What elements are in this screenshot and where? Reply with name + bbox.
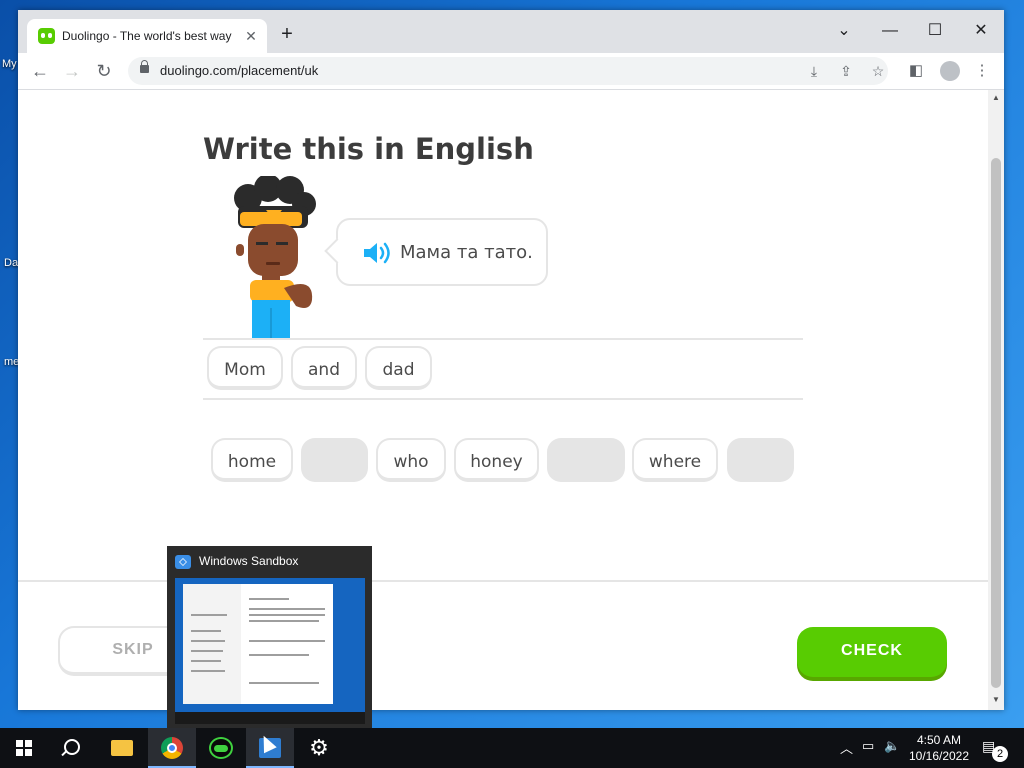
- thumbnail-line: [191, 650, 223, 652]
- cloud-app-button[interactable]: [197, 728, 245, 768]
- thumbnail-line: [249, 654, 309, 656]
- word-bank-empty-slot: [727, 438, 794, 482]
- scroll-up-icon[interactable]: ▲: [992, 94, 1000, 102]
- install-app-icon[interactable]: ⤓: [804, 61, 824, 81]
- lock-icon: [140, 60, 149, 73]
- scroll-thumb[interactable]: [991, 158, 1001, 688]
- answer-word-chip[interactable]: dad: [365, 346, 432, 390]
- network-icon[interactable]: ▭: [862, 738, 874, 754]
- chrome-taskbar-button[interactable]: [148, 728, 196, 768]
- url-text: duolingo.com/placement/uk: [160, 63, 319, 78]
- character-illustration: [234, 176, 316, 338]
- word-bank-chip[interactable]: who: [376, 438, 446, 482]
- word-bank-empty-slot: [301, 438, 368, 482]
- browser-toolbar: ← → ↻ duolingo.com/placement/uk ⤓ ⇪ ☆ ◧ …: [18, 53, 1004, 90]
- desktop-icon-label[interactable]: Da: [4, 257, 18, 269]
- thumbnail-line: [249, 614, 325, 616]
- thumbnail-line: [191, 630, 221, 632]
- volume-icon[interactable]: 🔈: [884, 738, 900, 754]
- profile-avatar-icon[interactable]: [940, 61, 960, 81]
- thumbnail-line: [191, 614, 227, 616]
- taskbar: ⚙ ︿ ▭ 🔈 4:50 AM 10/16/2022 ▤ 2: [0, 728, 1024, 768]
- taskbar-preview[interactable]: Windows Sandbox: [167, 546, 372, 728]
- word-bank-chip[interactable]: home: [211, 438, 293, 482]
- close-window-button[interactable]: ✕: [966, 18, 996, 44]
- gear-icon: ⚙: [309, 735, 329, 760]
- clock-time: 4:50 AM: [916, 733, 962, 747]
- thumbnail-line: [249, 608, 325, 610]
- lesson-page: Write this in English Мама та тато. Mom …: [18, 90, 988, 710]
- speaker-icon[interactable]: [362, 240, 392, 266]
- share-icon[interactable]: ⇪: [836, 61, 856, 81]
- word-bank-chip[interactable]: where: [632, 438, 718, 482]
- close-tab-icon[interactable]: ✕: [242, 27, 260, 45]
- answer-word-chip[interactable]: Mom: [207, 346, 283, 390]
- cloud-icon: [209, 737, 233, 759]
- browser-window: Duolingo - The world's best way ✕ + ⌄ — …: [18, 10, 1004, 710]
- file-explorer-button[interactable]: [98, 728, 146, 768]
- scroll-down-icon[interactable]: ▼: [992, 696, 1000, 704]
- thumbnail-taskbar: [175, 712, 365, 724]
- thumbnail-line: [191, 670, 225, 672]
- thumbnail-line: [249, 640, 325, 642]
- new-tab-button[interactable]: +: [276, 24, 298, 46]
- search-icon: [64, 739, 80, 755]
- preview-title: Windows Sandbox: [199, 554, 299, 568]
- start-button[interactable]: [0, 728, 48, 768]
- page-title: Write this in English: [203, 132, 534, 166]
- duolingo-favicon-icon: [38, 28, 55, 44]
- preview-thumbnail[interactable]: [175, 578, 365, 724]
- maximize-button[interactable]: ☐: [920, 18, 950, 44]
- tab-search-icon[interactable]: ⌄: [829, 18, 859, 44]
- chrome-icon: [161, 737, 183, 759]
- word-bank-chip[interactable]: honey: [454, 438, 539, 482]
- thumbnail-line: [191, 660, 221, 662]
- side-panel-icon[interactable]: ◧: [906, 61, 926, 81]
- menu-kebab-icon[interactable]: ⋮: [972, 61, 992, 81]
- thumbnail-sidebar: [183, 584, 241, 704]
- browser-titlebar: Duolingo - The world's best way ✕ + ⌄ — …: [18, 10, 1004, 53]
- thumbnail-window: [183, 584, 333, 704]
- word-bank-empty-slot: [547, 438, 625, 482]
- notification-badge: 2: [992, 746, 1008, 762]
- thumbnail-line: [191, 640, 225, 642]
- page-scrollbar[interactable]: ▲ ▼: [988, 90, 1004, 710]
- tab-title: Duolingo - The world's best way: [62, 29, 232, 43]
- folder-icon: [111, 740, 133, 756]
- forward-button[interactable]: →: [60, 59, 84, 83]
- windows-logo-icon: [16, 740, 32, 756]
- sandbox-icon: [175, 555, 191, 569]
- reload-button[interactable]: ↻: [92, 59, 116, 83]
- clock-date: 10/16/2022: [908, 749, 970, 763]
- speech-bubble: Мама та тато.: [336, 218, 548, 286]
- prompt-text: Мама та тато.: [400, 242, 533, 263]
- minimize-button[interactable]: —: [875, 18, 905, 44]
- back-button[interactable]: ←: [28, 59, 52, 83]
- answer-line-bottom: [203, 398, 803, 400]
- browser-tab[interactable]: Duolingo - The world's best way ✕: [27, 19, 267, 53]
- search-button[interactable]: [48, 728, 96, 768]
- desktop-icon-label[interactable]: My: [2, 58, 17, 70]
- bookmark-star-icon[interactable]: ☆: [868, 61, 888, 81]
- footer-divider: [18, 580, 988, 582]
- chevron-up-icon[interactable]: ︿: [840, 738, 853, 757]
- address-bar[interactable]: duolingo.com/placement/uk ⤓ ⇪ ☆: [128, 57, 888, 85]
- desktop-icon-label[interactable]: me: [4, 356, 19, 368]
- settings-button[interactable]: ⚙: [295, 728, 343, 768]
- answer-word-chip[interactable]: and: [291, 346, 357, 390]
- answer-line-top: [203, 338, 803, 340]
- check-button[interactable]: CHECK: [797, 627, 947, 677]
- thumbnail-line: [249, 598, 289, 600]
- thumbnail-line: [249, 620, 319, 622]
- system-clock[interactable]: 4:50 AM 10/16/2022: [900, 732, 978, 764]
- thumbnail-line: [249, 682, 319, 684]
